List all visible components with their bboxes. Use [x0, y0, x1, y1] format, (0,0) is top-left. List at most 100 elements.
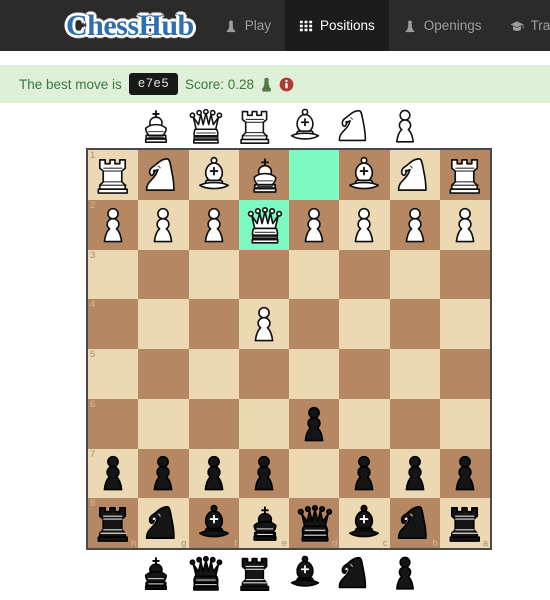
- board-square-c3[interactable]: [339, 249, 390, 300]
- board-square-g4[interactable]: [138, 299, 189, 349]
- piece-black-knight[interactable]: [393, 501, 437, 545]
- piece-white-pawn[interactable]: [342, 203, 386, 247]
- board-square-b8[interactable]: b: [389, 498, 440, 549]
- piece-black-bishop[interactable]: [342, 501, 386, 545]
- board-square-g2[interactable]: [138, 199, 189, 250]
- board-square-b3[interactable]: [389, 249, 440, 300]
- piece-white-queen[interactable]: [242, 203, 286, 247]
- board-square-g1[interactable]: [138, 150, 189, 200]
- board-square-e8[interactable]: e: [238, 498, 289, 549]
- board-square-a4[interactable]: [439, 299, 490, 349]
- board-square-g5[interactable]: [138, 349, 189, 399]
- board-square-b2[interactable]: [389, 199, 440, 250]
- board-square-d7[interactable]: [289, 448, 340, 499]
- piece-black-king[interactable]: [242, 501, 286, 545]
- board-square-f2[interactable]: [188, 199, 239, 250]
- board-square-c2[interactable]: [339, 199, 390, 250]
- board-square-h2[interactable]: 2: [88, 199, 139, 250]
- board-square-d6[interactable]: [289, 398, 340, 449]
- nav-item-train[interactable]: Train: [496, 0, 550, 51]
- board-square-e4[interactable]: [238, 299, 289, 349]
- board-square-c4[interactable]: [339, 299, 390, 349]
- brand-logo[interactable]: ChessHub: [0, 0, 208, 51]
- board-square-c5[interactable]: [339, 349, 390, 399]
- piece-white-pawn[interactable]: [443, 203, 487, 247]
- board-square-g7[interactable]: [138, 448, 189, 499]
- piece-black-pawn[interactable]: [192, 451, 236, 495]
- piece-black-pawn[interactable]: [141, 451, 185, 495]
- board-square-h4[interactable]: 4: [88, 299, 139, 349]
- board-square-b6[interactable]: [389, 398, 440, 449]
- board-square-c8[interactable]: c: [339, 498, 390, 549]
- piece-white-pawn[interactable]: [192, 203, 236, 247]
- piece-white-bishop[interactable]: [342, 153, 386, 197]
- board-square-a1[interactable]: [439, 150, 490, 200]
- board-square-f1[interactable]: [188, 150, 239, 200]
- board-square-d4[interactable]: [289, 299, 340, 349]
- piece-black-pawn[interactable]: [91, 451, 135, 495]
- board-square-a5[interactable]: [439, 349, 490, 399]
- board-square-a3[interactable]: [439, 249, 490, 300]
- board-square-h5[interactable]: 5: [88, 349, 139, 399]
- piece-black-queen[interactable]: [292, 501, 336, 545]
- board-square-d1[interactable]: [289, 150, 340, 200]
- piece-black-pawn[interactable]: [242, 451, 286, 495]
- board-square-a2[interactable]: [439, 199, 490, 250]
- nav-item-play[interactable]: Play: [210, 0, 285, 51]
- board-square-e7[interactable]: [238, 448, 289, 499]
- piece-black-pawn[interactable]: [292, 402, 336, 446]
- board-square-e3[interactable]: [238, 249, 289, 300]
- board-square-f3[interactable]: [188, 249, 239, 300]
- board-square-h7[interactable]: 7: [88, 448, 139, 499]
- board-square-a7[interactable]: [439, 448, 490, 499]
- piece-white-pawn[interactable]: [242, 302, 286, 346]
- piece-black-pawn[interactable]: [443, 451, 487, 495]
- board-square-d3[interactable]: [289, 249, 340, 300]
- board-square-d2[interactable]: [289, 199, 340, 250]
- board-square-b4[interactable]: [389, 299, 440, 349]
- piece-black-pawn[interactable]: [342, 451, 386, 495]
- board-square-h8[interactable]: 8h: [88, 498, 139, 549]
- board-square-b1[interactable]: [389, 150, 440, 200]
- piece-black-rook[interactable]: [443, 501, 487, 545]
- piece-white-knight[interactable]: [393, 153, 437, 197]
- board-square-f6[interactable]: [188, 398, 239, 449]
- piece-black-bishop[interactable]: [192, 501, 236, 545]
- board-square-h1[interactable]: 1: [88, 150, 139, 200]
- piece-black-pawn[interactable]: [393, 451, 437, 495]
- board-square-g8[interactable]: g: [138, 498, 189, 549]
- piece-white-pawn[interactable]: [393, 203, 437, 247]
- board-square-f4[interactable]: [188, 299, 239, 349]
- piece-white-bishop[interactable]: [192, 153, 236, 197]
- piece-white-rook[interactable]: [91, 153, 135, 197]
- board-square-h6[interactable]: 6: [88, 398, 139, 449]
- piece-white-pawn[interactable]: [141, 203, 185, 247]
- board-square-a6[interactable]: [439, 398, 490, 449]
- board-square-c6[interactable]: [339, 398, 390, 449]
- info-circle-icon[interactable]: [279, 77, 294, 92]
- board-square-c1[interactable]: [339, 150, 390, 200]
- nav-item-positions[interactable]: Positions: [284, 0, 389, 51]
- board-square-a8[interactable]: a: [439, 498, 490, 549]
- board-square-g6[interactable]: [138, 398, 189, 449]
- piece-white-king[interactable]: [242, 153, 286, 197]
- board-square-b5[interactable]: [389, 349, 440, 399]
- piece-white-pawn[interactable]: [91, 203, 135, 247]
- piece-white-rook[interactable]: [443, 153, 487, 197]
- board-square-e2[interactable]: [238, 199, 289, 250]
- board-square-e6[interactable]: [238, 398, 289, 449]
- board-square-b7[interactable]: [389, 448, 440, 499]
- chess-board[interactable]: 1 2 3 4 5 6 7 8 h g f e d c b a: [86, 148, 492, 550]
- board-square-e5[interactable]: [238, 349, 289, 399]
- board-square-c7[interactable]: [339, 448, 390, 499]
- piece-black-knight[interactable]: [141, 501, 185, 545]
- board-square-h3[interactable]: 3: [88, 249, 139, 300]
- board-square-d5[interactable]: [289, 349, 340, 399]
- board-square-f5[interactable]: [188, 349, 239, 399]
- board-square-e1[interactable]: [238, 150, 289, 200]
- board-square-g3[interactable]: [138, 249, 189, 300]
- board-square-f7[interactable]: [188, 448, 239, 499]
- board-square-f8[interactable]: f: [188, 498, 239, 549]
- piece-white-knight[interactable]: [141, 153, 185, 197]
- board-square-d8[interactable]: d: [289, 498, 340, 549]
